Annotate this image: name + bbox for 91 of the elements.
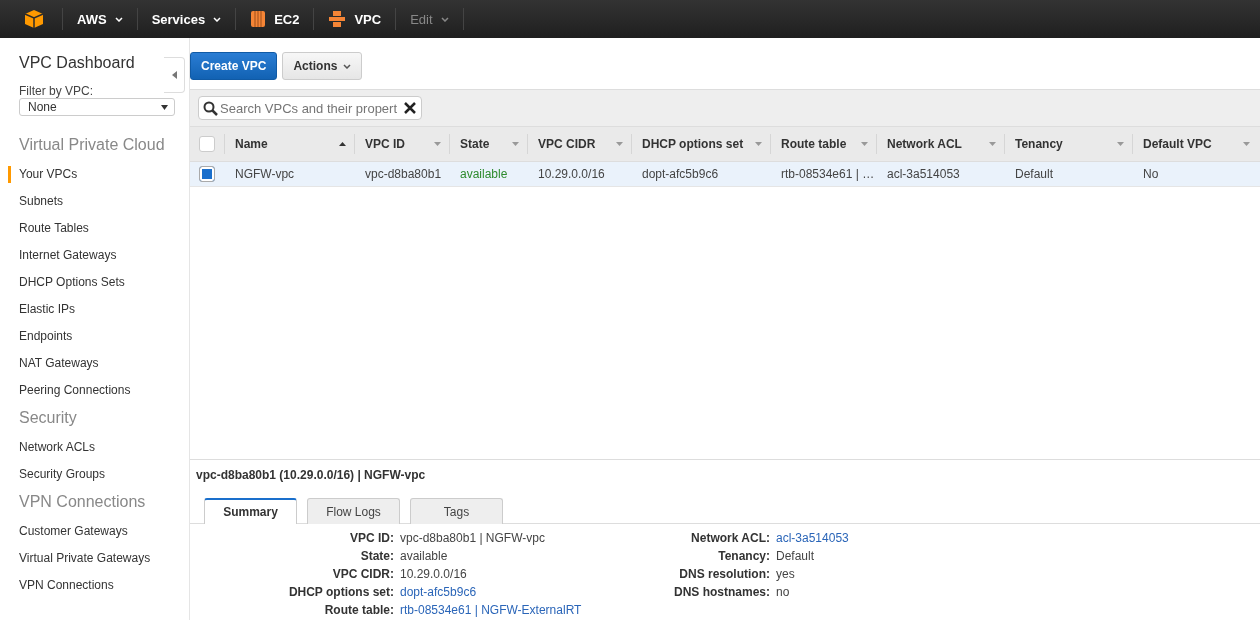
nav-item[interactable]: NAT Gateways bbox=[8, 355, 99, 372]
network-icon bbox=[328, 10, 347, 28]
table-cell: available bbox=[460, 167, 508, 181]
table-cell: vpc-d8ba80b1 bbox=[365, 167, 442, 181]
nav-menu[interactable]: AWS bbox=[77, 11, 123, 27]
sidebar-title[interactable]: VPC Dashboard bbox=[19, 54, 135, 72]
service-link[interactable]: EC2 bbox=[250, 10, 300, 28]
nav-item[interactable]: Internet Gateways bbox=[8, 247, 117, 264]
nav-menu[interactable]: Services bbox=[151, 11, 222, 27]
column-header[interactable]: State bbox=[460, 137, 490, 151]
chevron-down-icon bbox=[213, 16, 222, 22]
cube-logo-icon[interactable] bbox=[24, 9, 44, 29]
column-header[interactable]: Network ACL bbox=[887, 137, 962, 151]
property-label: DNS hostnames: bbox=[672, 585, 770, 599]
nav-item[interactable]: Virtual Private Gateways bbox=[8, 550, 151, 567]
sort-caret-icon[interactable] bbox=[434, 142, 441, 146]
property-value: 10.29.0.0/16 bbox=[400, 567, 467, 581]
sort-caret-icon[interactable] bbox=[861, 142, 868, 146]
property-value: vpc-d8ba80b1 | NGFW-vpc bbox=[400, 531, 545, 545]
vpc-filter-select[interactable]: None bbox=[19, 98, 175, 116]
actions-button[interactable]: Actions bbox=[282, 52, 363, 80]
sort-caret-icon[interactable] bbox=[755, 142, 762, 146]
chevron-down-icon bbox=[343, 63, 352, 69]
chip-icon bbox=[250, 10, 267, 28]
section-heading: Virtual Private Cloud bbox=[19, 136, 165, 154]
table-cell: 10.29.0.0/16 bbox=[538, 167, 605, 181]
detail-tab[interactable]: Summary bbox=[204, 498, 297, 524]
filter-label: Filter by VPC: bbox=[19, 84, 93, 98]
detail-tab[interactable]: Flow Logs bbox=[307, 498, 400, 524]
sort-caret-icon[interactable] bbox=[512, 142, 519, 146]
nav-item[interactable]: Security Groups bbox=[8, 466, 106, 483]
column-header[interactable]: Tenancy bbox=[1015, 137, 1063, 151]
collapse-icon bbox=[171, 71, 177, 79]
section-heading: Security bbox=[19, 409, 77, 427]
property-value: yes bbox=[776, 567, 795, 581]
sort-ascending-icon[interactable] bbox=[339, 142, 346, 146]
property-label: DNS resolution: bbox=[678, 567, 770, 581]
dropdown-arrow-icon bbox=[161, 104, 168, 110]
table-cell: NGFW-vpc bbox=[235, 167, 295, 181]
table-cell: No bbox=[1143, 167, 1159, 181]
nav-item[interactable]: Your VPCs bbox=[8, 166, 78, 183]
property-link[interactable]: rtb-08534e61 | NGFW-ExternalRT bbox=[400, 603, 582, 617]
search-icon bbox=[203, 100, 218, 116]
select-all-checkbox[interactable] bbox=[199, 136, 215, 152]
detail-tab[interactable]: Tags bbox=[410, 498, 503, 524]
column-header[interactable]: VPC CIDR bbox=[538, 137, 596, 151]
section-heading: VPN Connections bbox=[19, 493, 146, 511]
sort-caret-icon[interactable] bbox=[1243, 142, 1250, 146]
nav-item[interactable]: Endpoints bbox=[8, 328, 73, 345]
property-label: State: bbox=[359, 549, 394, 563]
property-label: Route table: bbox=[323, 603, 394, 617]
chevron-down-icon bbox=[114, 16, 123, 22]
table-cell: rtb-08534e61 | … bbox=[781, 167, 875, 181]
sort-caret-icon[interactable] bbox=[616, 142, 623, 146]
nav-menu[interactable]: Edit bbox=[410, 11, 449, 27]
nav-item[interactable]: Network ACLs bbox=[8, 439, 96, 456]
property-label: Tenancy: bbox=[717, 549, 770, 563]
nav-item[interactable]: VPN Connections bbox=[8, 577, 114, 594]
property-value: available bbox=[400, 549, 448, 563]
create-vpc-button[interactable]: Create VPC bbox=[190, 52, 278, 80]
column-header[interactable]: DHCP options set bbox=[642, 137, 744, 151]
nav-item[interactable]: Subnets bbox=[8, 193, 64, 210]
property-label: DHCP options set: bbox=[287, 585, 394, 599]
property-link[interactable]: acl-3a514053 bbox=[776, 531, 849, 545]
clear-icon[interactable] bbox=[404, 102, 416, 114]
property-label: Network ACL: bbox=[690, 531, 770, 545]
sort-caret-icon[interactable] bbox=[989, 142, 996, 146]
detail-title: vpc-d8ba80b1 (10.29.0.0/16) | NGFW-vpc bbox=[196, 468, 427, 482]
collapse-tab[interactable] bbox=[164, 57, 185, 93]
property-value: no bbox=[776, 585, 790, 599]
property-label: VPC CIDR: bbox=[331, 567, 394, 581]
chevron-down-icon bbox=[440, 16, 449, 22]
table-cell: acl-3a514053 bbox=[887, 167, 960, 181]
search-field[interactable]: Search VPCs and their propert bbox=[198, 96, 422, 120]
table-cell: Default bbox=[1015, 167, 1054, 181]
sort-caret-icon[interactable] bbox=[1117, 142, 1124, 146]
column-header[interactable]: Name bbox=[235, 137, 268, 151]
row-checkbox[interactable] bbox=[199, 166, 215, 182]
property-label: VPC ID: bbox=[349, 531, 394, 545]
column-header[interactable]: Route table bbox=[781, 137, 847, 151]
nav-item[interactable]: Elastic IPs bbox=[8, 301, 75, 318]
property-value: Default bbox=[776, 549, 815, 563]
nav-item[interactable]: Customer Gateways bbox=[8, 523, 128, 540]
service-link[interactable]: VPC bbox=[328, 10, 382, 28]
column-header[interactable]: VPC ID bbox=[365, 137, 405, 151]
nav-item[interactable]: Peering Connections bbox=[8, 382, 131, 399]
nav-item[interactable]: DHCP Options Sets bbox=[8, 274, 125, 291]
column-header[interactable]: Default VPC bbox=[1143, 137, 1212, 151]
nav-item[interactable]: Route Tables bbox=[8, 220, 89, 237]
table-cell: dopt-afc5b9c6 bbox=[642, 167, 719, 181]
property-link[interactable]: dopt-afc5b9c6 bbox=[400, 585, 477, 599]
